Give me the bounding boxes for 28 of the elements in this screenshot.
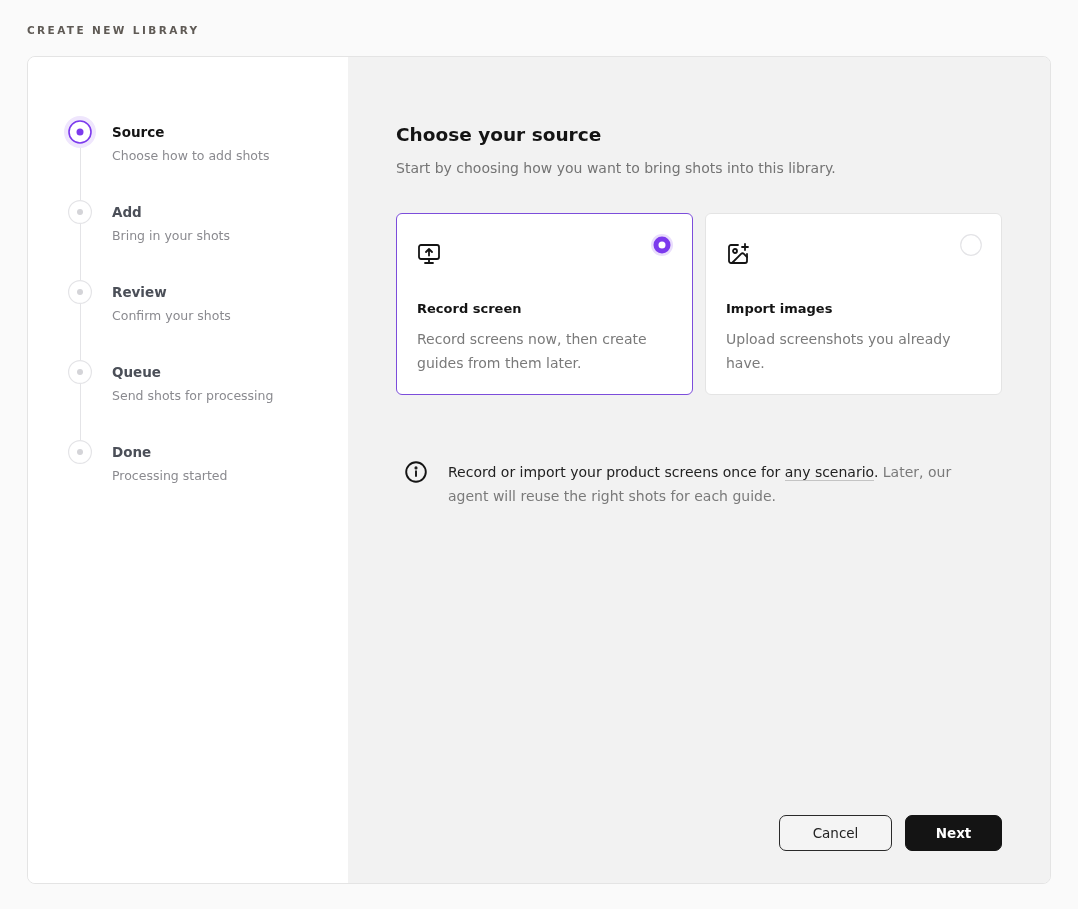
cancel-button[interactable]: Cancel bbox=[779, 815, 892, 851]
step-description: Choose how to add shots bbox=[112, 147, 270, 165]
option-title: Import images bbox=[726, 300, 834, 318]
step-label: Done bbox=[112, 443, 153, 462]
radio-button[interactable] bbox=[960, 234, 982, 256]
step-description: Bring in your shots bbox=[112, 227, 230, 245]
section-subtitle: Start by choosing how you want to bring shots into this library. bbox=[396, 159, 837, 178]
step-label: Review bbox=[112, 283, 168, 302]
source-option-card[interactable]: Import images Upload screenshots you already have. bbox=[705, 213, 1002, 395]
info-text: Record or import your product screens once for any scenario. Later, our agent will reuse the right shots for each guide. bbox=[448, 463, 953, 506]
step-description: Processing started bbox=[112, 467, 228, 485]
next-button[interactable]: Next bbox=[905, 815, 1002, 851]
info-icon bbox=[405, 461, 427, 483]
step-description: Confirm your shots bbox=[112, 307, 231, 325]
radio-button[interactable] bbox=[651, 234, 673, 256]
step-description: Send shots for processing bbox=[112, 387, 274, 405]
option-description: Upload screenshots you already have. bbox=[726, 330, 952, 373]
option-title: Record screen bbox=[417, 300, 523, 318]
section-heading: Choose your source bbox=[396, 123, 603, 147]
source-option-card[interactable]: Record screen Record screens now, then create guides from them later. bbox=[396, 213, 693, 395]
step-label: Queue bbox=[112, 363, 162, 382]
step-label: Add bbox=[112, 203, 143, 222]
step-label: Source bbox=[112, 123, 166, 142]
image-plus-icon bbox=[726, 242, 750, 266]
page-title: CREATE NEW LIBRARY bbox=[27, 23, 200, 37]
scenario-link[interactable]: any scenario bbox=[784, 464, 874, 481]
monitor-upload-icon bbox=[417, 242, 441, 266]
option-description: Record screens now, then create guides from them later. bbox=[417, 330, 648, 373]
